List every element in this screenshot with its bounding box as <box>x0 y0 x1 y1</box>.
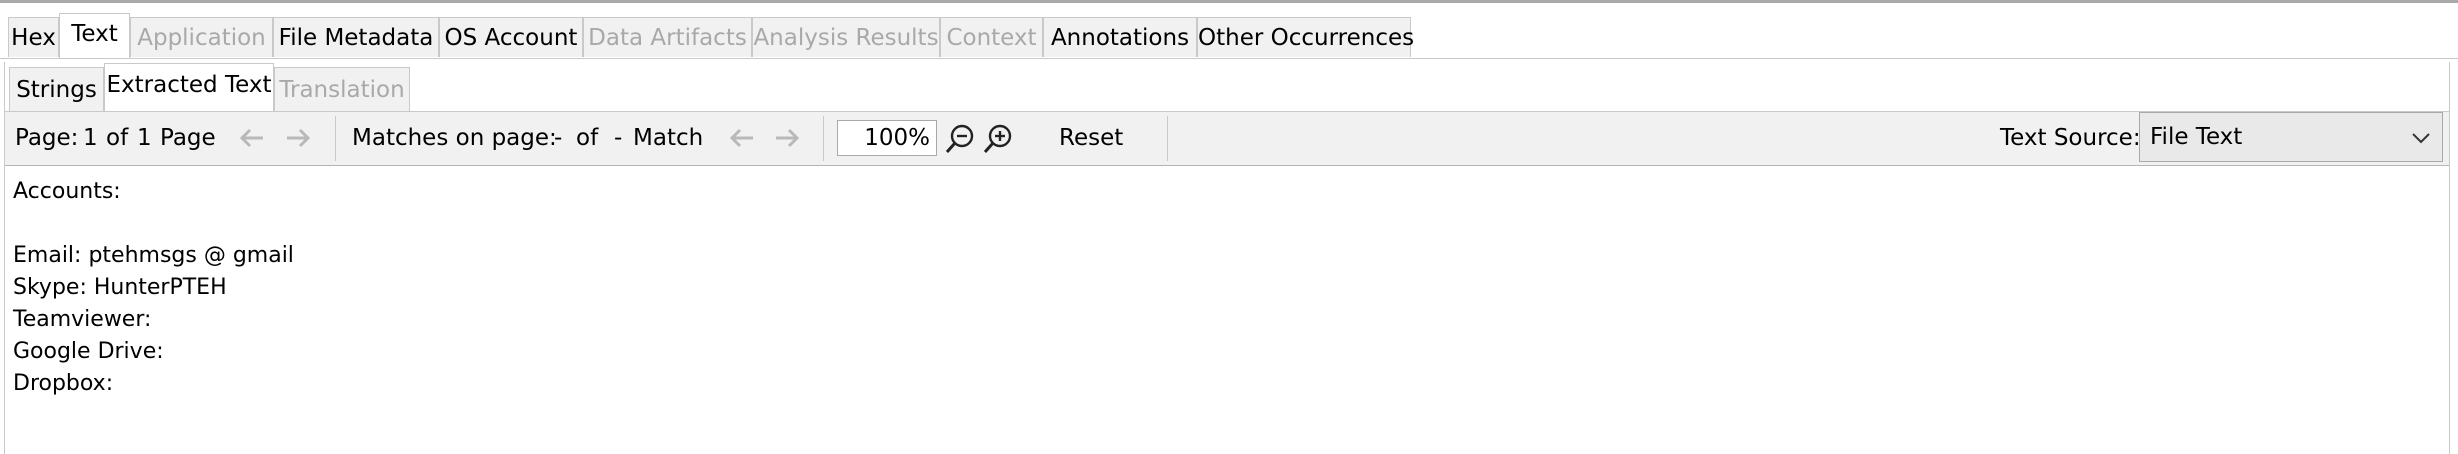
zoom-in-icon <box>983 124 1012 153</box>
arrow-left-icon <box>239 128 263 148</box>
zoom-out-icon <box>945 124 974 153</box>
tab-os-account[interactable]: OS Account <box>439 17 583 57</box>
text-source-select[interactable]: File Text <box>2139 112 2443 162</box>
match-of-label: of <box>576 125 599 151</box>
prev-match-button[interactable] <box>725 122 759 154</box>
tab-analysis-results[interactable]: Analysis Results <box>752 17 940 57</box>
chevron-down-icon <box>2412 133 2430 144</box>
zoom-out-button[interactable] <box>943 123 977 155</box>
text-toolbar: Page: 1 of 1 Page Matches on page: - of … <box>5 112 2449 166</box>
zoom-input[interactable]: 100% <box>837 120 937 156</box>
tab-hex[interactable]: Hex <box>8 17 59 57</box>
toolbar-separator <box>1167 116 1168 161</box>
extracted-text-area[interactable]: Accounts: Email: ptehmsgs @ gmail Skype:… <box>5 166 2449 454</box>
matches-label: Matches on page: <box>352 125 557 151</box>
next-match-button[interactable] <box>770 122 804 154</box>
tab-text[interactable]: Text <box>59 13 130 58</box>
tab-annotations[interactable]: Annotations <box>1043 17 1197 57</box>
prev-page-button[interactable] <box>235 122 269 154</box>
tab-file-metadata[interactable]: File Metadata <box>273 17 439 57</box>
text-line: Teamviewer: <box>13 307 152 332</box>
match-total: - <box>614 125 623 151</box>
page-current: 1 <box>83 125 98 151</box>
toolbar-separator <box>335 116 336 161</box>
page-unit-label: Page <box>160 125 216 151</box>
subtab-extracted-text[interactable]: Extracted Text <box>104 63 274 111</box>
tab-context[interactable]: Context <box>940 17 1043 57</box>
window-top-border <box>0 0 2458 3</box>
text-line: Accounts: <box>13 179 121 204</box>
text-source-value: File Text <box>2150 124 2243 150</box>
page-label: Page: <box>15 125 79 151</box>
page-total: 1 <box>137 125 152 151</box>
text-line: Email: ptehmsgs @ gmail <box>13 243 294 268</box>
zoom-in-button[interactable] <box>981 123 1015 155</box>
match-unit-label: Match <box>633 125 704 151</box>
arrow-left-icon <box>729 128 753 148</box>
subtab-translation[interactable]: Translation <box>274 67 410 111</box>
page-of-label: of <box>106 125 129 151</box>
tab-data-artifacts[interactable]: Data Artifacts <box>583 17 752 57</box>
arrow-right-icon <box>287 128 311 148</box>
main-tab-bar: Hex Text Application File Metadata OS Ac… <box>0 13 2458 59</box>
text-line: Google Drive: <box>13 339 164 364</box>
text-line <box>13 208 2441 240</box>
tab-application[interactable]: Application <box>130 17 273 57</box>
text-line: Dropbox: <box>13 371 114 396</box>
text-source-label: Text Source: <box>2000 125 2141 151</box>
tab-other-occurrences[interactable]: Other Occurrences <box>1197 17 1414 57</box>
arrow-right-icon <box>776 128 800 148</box>
match-current: - <box>554 125 563 151</box>
text-line: Skype: HunterPTEH <box>13 275 227 300</box>
subtab-strings[interactable]: Strings <box>9 67 104 111</box>
text-viewer-panel: Strings Extracted Text Translation Page:… <box>4 62 2450 454</box>
toolbar-separator <box>823 116 824 161</box>
reset-button[interactable]: Reset <box>1059 112 1123 165</box>
main-tab-divider <box>0 58 2458 59</box>
next-page-button[interactable] <box>281 122 315 154</box>
